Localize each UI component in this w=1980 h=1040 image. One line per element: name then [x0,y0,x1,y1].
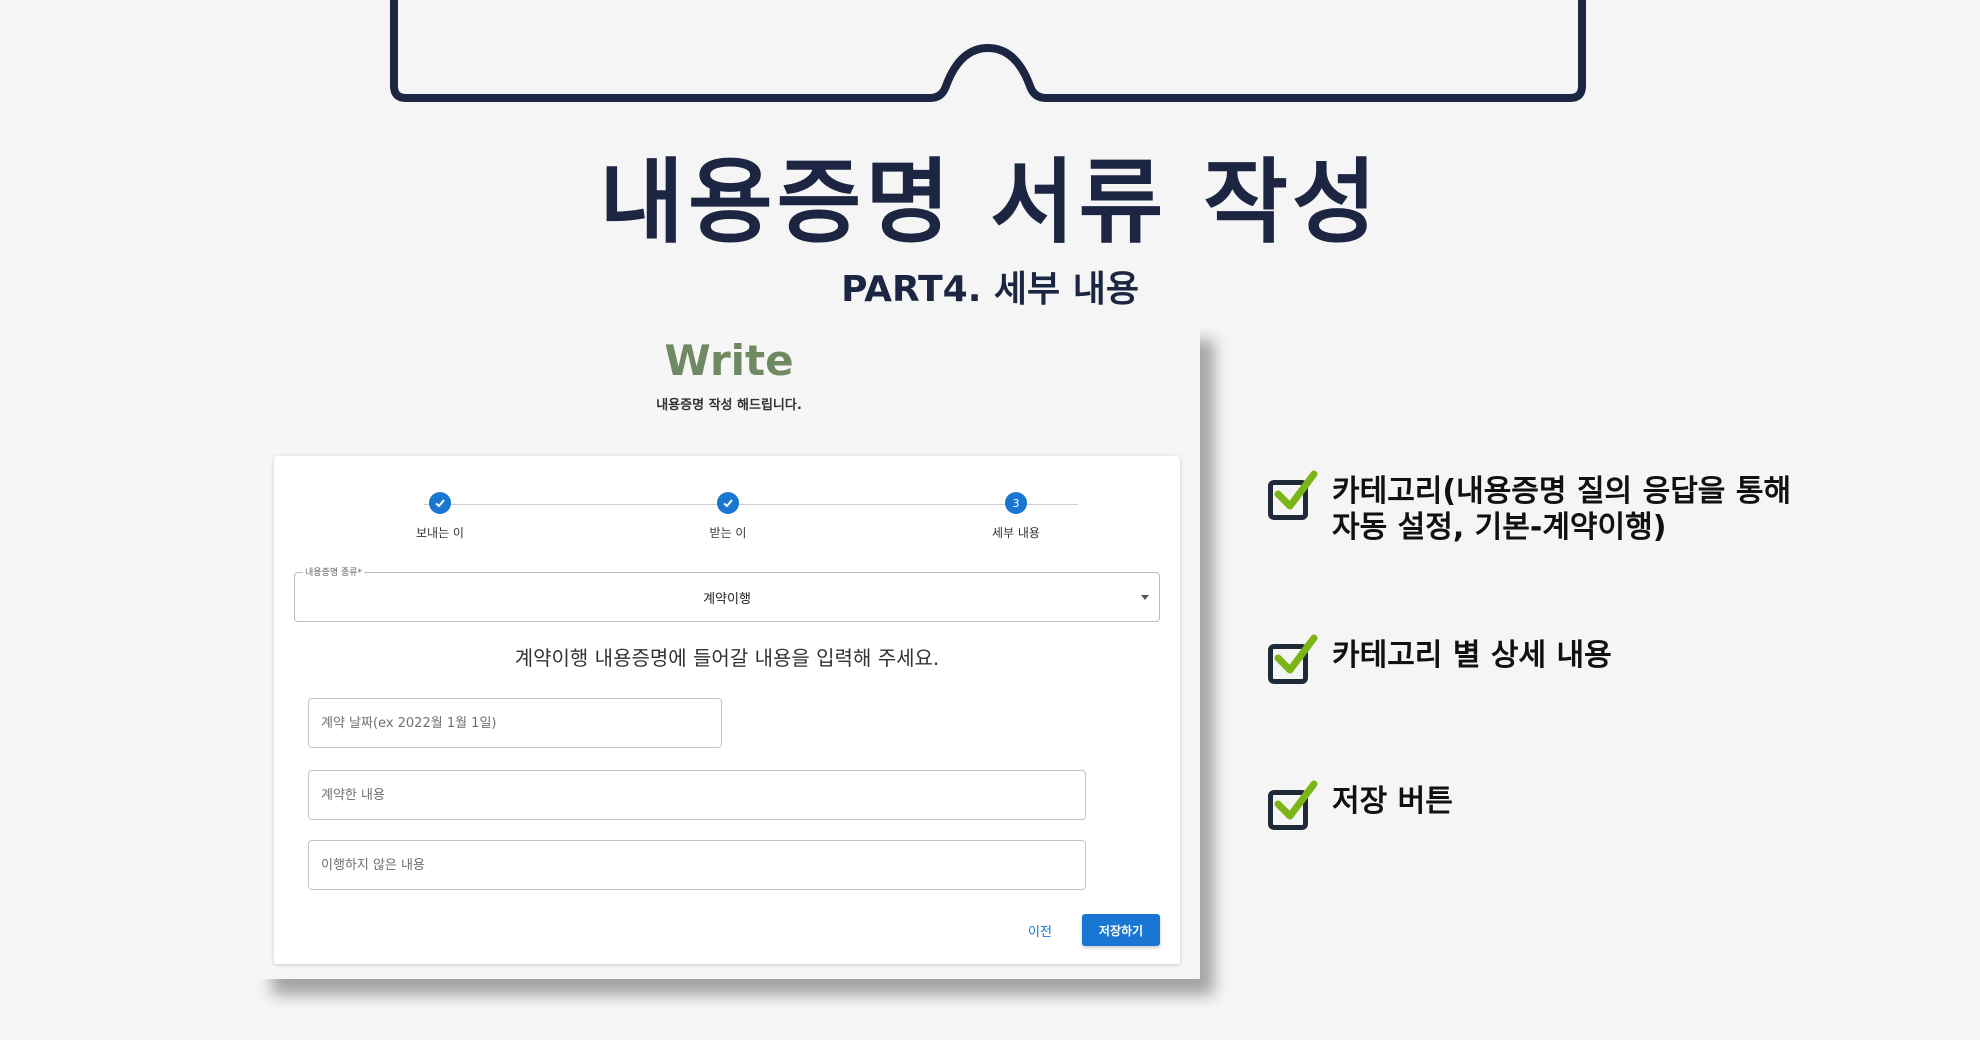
step-sender[interactable]: 보내는 이 [380,492,500,541]
step-label: 보내는 이 [416,526,464,540]
step-label: 받는 이 [709,526,747,540]
brand-logo: Write [664,336,794,385]
dropdown-arrow-icon [1141,595,1149,600]
contract-date-input[interactable] [309,699,721,747]
app-screenshot: Write 내용증명 작성 해드립니다. 보내는 이 받는 이 3 세부 내용 … [258,324,1200,979]
step-receiver[interactable]: 받는 이 [668,492,788,541]
contract-date-field[interactable] [308,698,722,748]
type-select[interactable]: 내용증명 종류* 계약이행 [294,565,1160,622]
step-details[interactable]: 3 세부 내용 [956,492,1076,541]
form-card: 보내는 이 받는 이 3 세부 내용 내용증명 종류* 계약이행 계약이행 내용… [274,456,1180,964]
type-select-label: 내용증명 종류* [303,565,365,578]
top-bracket-decoration [390,0,1586,102]
check-mark-icon [1274,470,1318,510]
contract-content-field[interactable] [308,770,1086,820]
app-tagline: 내용증명 작성 해드립니다. [656,398,802,413]
checklist-text: 카테고리(내용증명 질의 응답을 통해 자동 설정, 기본-계약이행) [1332,474,1792,545]
slide-title: 내용증명 서류 작성 [599,149,1381,256]
unfulfilled-content-field[interactable] [308,840,1086,890]
check-mark-icon [1274,780,1318,820]
type-select-value: 계약이행 [703,592,751,607]
contract-content-input[interactable] [309,771,1085,819]
step-number: 3 [1005,492,1027,514]
prev-button[interactable]: 이전 [1020,914,1060,946]
form-prompt: 계약이행 내용증명에 들어갈 내용을 입력해 주세요. [514,646,940,670]
check-mark-icon [1274,634,1318,674]
slide-subtitle: PART4. 세부 내용 [841,269,1139,310]
save-button[interactable]: 저장하기 [1082,914,1160,946]
unfulfilled-content-input[interactable] [309,841,1085,889]
step-label: 세부 내용 [992,526,1040,540]
checklist-text: 저장 버튼 [1332,784,1453,819]
check-icon [717,492,739,514]
checklist-text: 카테고리 별 상세 내용 [1332,638,1612,673]
check-icon [429,492,451,514]
